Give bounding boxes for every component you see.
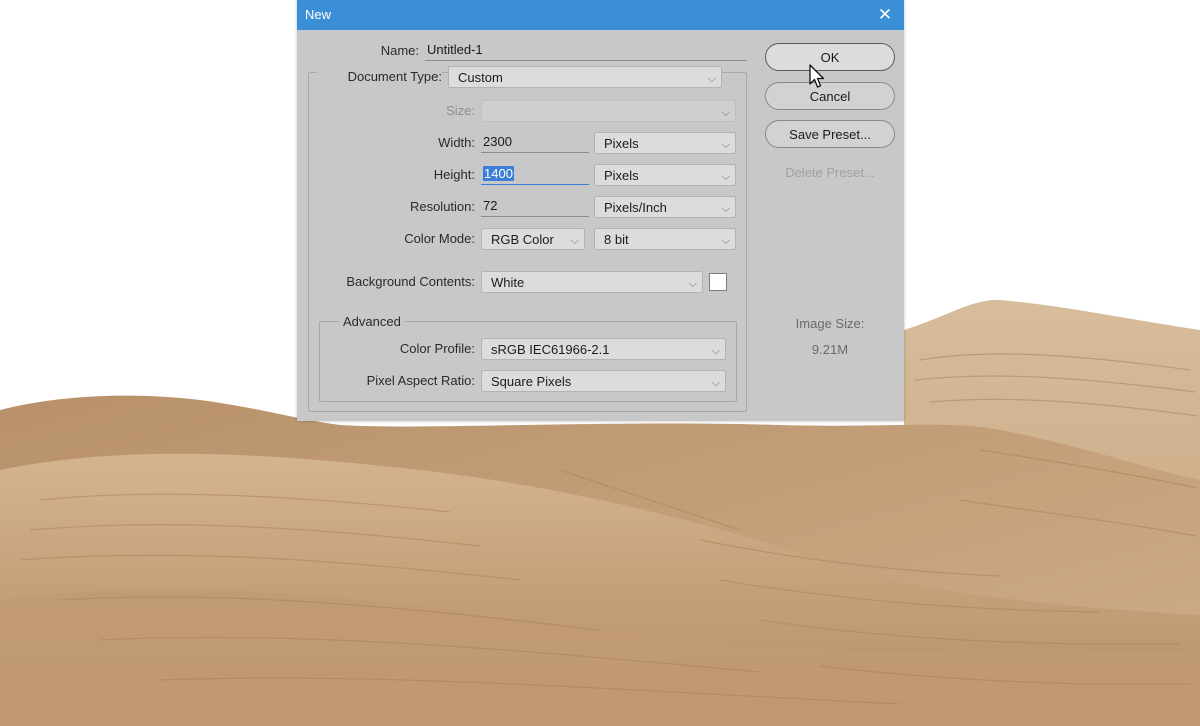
background-contents-value: White	[491, 275, 525, 290]
height-input[interactable]: 1400	[481, 164, 589, 185]
resolution-input[interactable]: 72	[481, 196, 589, 217]
save-preset-button[interactable]: Save Preset...	[765, 120, 895, 148]
name-input[interactable]: Untitled-1	[425, 40, 747, 61]
size-select: ⌵	[481, 100, 736, 122]
background-contents-label: Background Contents:	[346, 274, 475, 289]
document-type-value: Custom	[458, 70, 503, 85]
width-label: Width:	[438, 135, 475, 150]
chevron-down-icon: ⌵	[721, 235, 730, 247]
width-unit-value: Pixels	[604, 136, 639, 151]
background-color-swatch[interactable]	[709, 273, 727, 291]
height-label: Height:	[433, 167, 475, 182]
width-unit-select[interactable]: Pixels ⌵	[594, 132, 736, 154]
pixel-aspect-ratio-select[interactable]: Square Pixels ⌵	[481, 370, 726, 392]
size-label: Size:	[446, 103, 475, 118]
color-mode-select[interactable]: RGB Color ⌵	[481, 228, 585, 250]
document-type-label: Document Type:	[317, 69, 442, 84]
bit-depth-select[interactable]: 8 bit ⌵	[594, 228, 736, 250]
chevron-down-icon: ⌵	[721, 203, 730, 215]
chevron-down-icon: ⌵	[707, 73, 716, 85]
pixel-aspect-ratio-label: Pixel Aspect Ratio:	[366, 373, 475, 388]
color-profile-value: sRGB IEC61966-2.1	[491, 342, 610, 357]
delete-preset-button: Delete Preset...	[785, 165, 875, 180]
height-unit-select[interactable]: Pixels ⌵	[594, 164, 736, 186]
image-size-label: Image Size:	[795, 316, 865, 331]
color-mode-label: Color Mode:	[404, 231, 475, 246]
document-type-select[interactable]: Custom ⌵	[448, 66, 722, 88]
color-profile-select[interactable]: sRGB IEC61966-2.1 ⌵	[481, 338, 726, 360]
dialog-titlebar[interactable]: New ✕	[297, 0, 904, 30]
color-profile-label: Color Profile:	[399, 341, 475, 356]
advanced-title: Advanced	[339, 314, 405, 329]
resolution-unit-value: Pixels/Inch	[604, 200, 667, 215]
chevron-down-icon: ⌵	[721, 139, 730, 151]
width-input[interactable]: 2300	[481, 132, 589, 153]
resolution-unit-select[interactable]: Pixels/Inch ⌵	[594, 196, 736, 218]
height-unit-value: Pixels	[604, 168, 639, 183]
close-icon[interactable]: ✕	[872, 2, 898, 28]
mouse-cursor-icon	[809, 64, 825, 88]
chevron-down-icon: ⌵	[721, 107, 730, 119]
name-label: Name:	[380, 43, 419, 58]
chevron-down-icon: ⌵	[721, 171, 730, 183]
pixel-aspect-ratio-value: Square Pixels	[491, 374, 572, 389]
height-value-selected: 1400	[483, 166, 514, 181]
background-contents-select[interactable]: White ⌵	[481, 271, 703, 293]
chevron-down-icon: ⌵	[711, 377, 720, 389]
color-mode-value: RGB Color	[491, 232, 554, 247]
ok-button[interactable]: OK	[765, 43, 895, 71]
bit-depth-value: 8 bit	[604, 232, 629, 247]
image-size-value: 9.21M	[811, 342, 849, 357]
resolution-label: Resolution:	[409, 199, 475, 214]
cancel-button[interactable]: Cancel	[765, 82, 895, 110]
dialog-title: New	[305, 7, 332, 22]
chevron-down-icon: ⌵	[711, 345, 720, 357]
chevron-down-icon: ⌵	[688, 278, 697, 290]
chevron-down-icon: ⌵	[570, 235, 579, 247]
